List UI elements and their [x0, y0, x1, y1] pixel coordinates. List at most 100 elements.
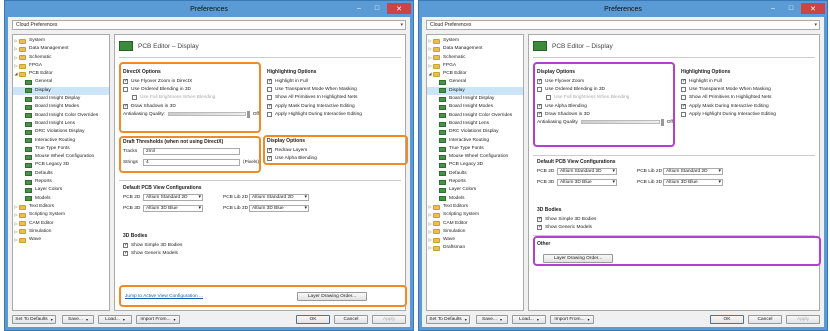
close-button[interactable]: ✕ — [801, 3, 825, 14]
tree-item[interactable]: ▷ Text Editors — [427, 203, 523, 211]
tree-item[interactable]: ▷ FPGA — [427, 62, 523, 70]
tree-item[interactable]: ▷ CAM Editor — [427, 220, 523, 228]
checkbox-row[interactable]: Show Generic Models — [537, 223, 677, 231]
checkbox-row[interactable]: Apply Mask During Interactive Editing — [267, 102, 405, 110]
slider-track[interactable] — [168, 112, 246, 117]
checkbox[interactable] — [267, 86, 272, 92]
checkbox[interactable] — [123, 86, 128, 92]
checkbox[interactable] — [546, 95, 551, 101]
import-from-button[interactable]: Import From... ▾ — [136, 315, 180, 324]
tree-item[interactable]: DRC Violations Display — [13, 128, 109, 136]
slider-thumb[interactable] — [660, 118, 664, 126]
jump-to-view-config-link[interactable]: Jump to Active View Configuration ... — [125, 294, 203, 299]
tree-item[interactable]: Reports — [427, 178, 523, 186]
tree-item[interactable]: ▷ FPGA — [13, 62, 109, 70]
minimize-button[interactable]: – — [765, 3, 781, 14]
checkbox-row[interactable]: Apply Highlight During Interactive Editi… — [681, 110, 819, 118]
tree-item[interactable]: ▷ System — [13, 37, 109, 45]
set-to-defaults-button[interactable]: Set To Defaults ▾ — [12, 315, 56, 324]
load-button[interactable]: Load... ▾ — [512, 315, 546, 324]
checkbox-row[interactable]: Highlight in Full — [681, 77, 819, 85]
set-to-defaults-button[interactable]: Set To Defaults ▾ — [426, 315, 470, 324]
select-value[interactable]: Altium Standard 2D — [663, 168, 723, 175]
checkbox-row[interactable]: Use Transparent Mode When Masking — [681, 85, 819, 93]
checkbox-row[interactable]: Show Generic Models — [123, 249, 263, 257]
select-value[interactable]: Altium Standard 2D — [143, 194, 203, 201]
checkbox[interactable] — [537, 103, 542, 109]
tree-item[interactable]: ▷ Simulation — [13, 228, 109, 236]
checkbox-row[interactable]: Show All Primitives In Highlighted Nets — [267, 94, 405, 102]
slider-track[interactable] — [580, 120, 660, 125]
tree-item[interactable]: Interactive Routing — [13, 137, 109, 145]
checkbox[interactable] — [681, 78, 686, 84]
checkbox[interactable] — [267, 155, 272, 161]
pcb-lib-3d-select[interactable]: PCB Lib 3D Altium 3D Blue — [223, 204, 309, 213]
tree-item[interactable]: Mouse Wheel Configuration — [427, 153, 523, 161]
tracks-input[interactable]: 2mil — [143, 148, 240, 155]
cancel-button[interactable]: Cancel — [748, 315, 782, 324]
checkbox-row[interactable]: Show Simple 3D Bodies — [123, 241, 263, 249]
checkbox-row[interactable]: Highlight in Full — [267, 77, 405, 85]
checkbox[interactable] — [537, 224, 542, 230]
checkbox[interactable] — [123, 103, 128, 109]
ok-button[interactable]: OK — [710, 315, 744, 324]
tree-item[interactable]: ▷ CAM Editor — [13, 220, 109, 228]
load-button[interactable]: Load... ▾ — [98, 315, 132, 324]
tree-item[interactable]: PCB Legacy 3D — [427, 161, 523, 169]
tree-item[interactable]: True Type Fonts — [13, 145, 109, 153]
cancel-button[interactable]: Cancel — [334, 315, 368, 324]
tree-item[interactable]: General — [427, 78, 523, 86]
close-button[interactable]: ✕ — [387, 3, 411, 14]
tree-item[interactable]: Board Insight Lens — [427, 120, 523, 128]
checkbox[interactable] — [267, 103, 272, 109]
tree-item[interactable]: Models — [427, 195, 523, 203]
apply-button[interactable]: Apply — [786, 315, 820, 324]
checkbox-row[interactable]: Show All Primitives In Highlighted Nets — [681, 94, 819, 102]
select-value[interactable]: Altium 3D Blue — [663, 179, 723, 186]
strings-input[interactable]: 4 — [143, 159, 240, 166]
tree-item[interactable]: Board Insight Display — [13, 95, 109, 103]
tree-item[interactable]: General — [13, 78, 109, 86]
checkbox[interactable] — [537, 78, 542, 84]
tree-item[interactable]: Interactive Routing — [427, 137, 523, 145]
tree-item[interactable]: Board Insight Color Overrides — [13, 112, 109, 120]
checkbox-row[interactable]: Draw Shadows in 3D — [537, 110, 673, 118]
tree-item[interactable]: Defaults — [13, 170, 109, 178]
tree-item[interactable]: Defaults — [427, 170, 523, 178]
tree-item[interactable]: ▷ Draftsman — [427, 244, 523, 252]
slider-thumb[interactable] — [246, 110, 250, 118]
tree-item[interactable]: Models — [13, 195, 109, 203]
tree-item[interactable]: True Type Fonts — [427, 145, 523, 153]
apply-button[interactable]: Apply — [372, 315, 406, 324]
checkbox[interactable] — [267, 78, 272, 84]
checkbox-row[interactable]: Use Full Brightness When Blending — [123, 94, 259, 102]
tree-item[interactable]: ▷ Data Management — [13, 45, 109, 53]
checkbox-row[interactable]: Use Full Brightness When Blending — [537, 94, 673, 102]
tree-item[interactable]: ▷ Wave — [13, 236, 109, 244]
minimize-button[interactable]: – — [351, 3, 367, 14]
tree-item[interactable]: Board Insight Modes — [13, 103, 109, 111]
tree-item[interactable]: ◢ PCB Editor — [13, 70, 109, 78]
tree-item[interactable]: ▷ Wave — [427, 236, 523, 244]
checkbox-row[interactable]: Show Simple 3D Bodies — [537, 215, 677, 223]
save-button[interactable]: Save... ▾ — [62, 315, 94, 324]
select-value[interactable]: Altium 3D Blue — [143, 205, 203, 212]
checkbox-row[interactable]: Use Flyover Zoom in DirectX — [123, 77, 259, 85]
checkbox[interactable] — [537, 86, 542, 92]
tree-item[interactable]: Board Insight Display — [427, 95, 523, 103]
antialiasing-slider[interactable]: Antialiasing Quality: Off — [123, 110, 259, 118]
checkbox[interactable] — [681, 103, 686, 109]
maximize-button[interactable]: □ — [369, 3, 385, 14]
checkbox-row[interactable]: Apply Mask During Interactive Editing — [681, 102, 819, 110]
checkbox[interactable] — [123, 78, 128, 84]
checkbox[interactable] — [537, 111, 542, 117]
tree-item[interactable]: Layer Colors — [427, 186, 523, 194]
tree-item[interactable]: ▷ Schematic — [13, 54, 109, 62]
tree-item[interactable]: Layer Colors — [13, 186, 109, 194]
tree-item[interactable]: ▷ Scripting System — [13, 211, 109, 219]
select-value[interactable]: Altium Standard 2D — [557, 168, 617, 175]
save-button[interactable]: Save... ▾ — [476, 315, 508, 324]
tree-item[interactable]: Display — [13, 86, 109, 96]
tree-item[interactable]: PCB Legacy 3D — [13, 161, 109, 169]
tree-item[interactable]: Mouse Wheel Configuration — [13, 153, 109, 161]
